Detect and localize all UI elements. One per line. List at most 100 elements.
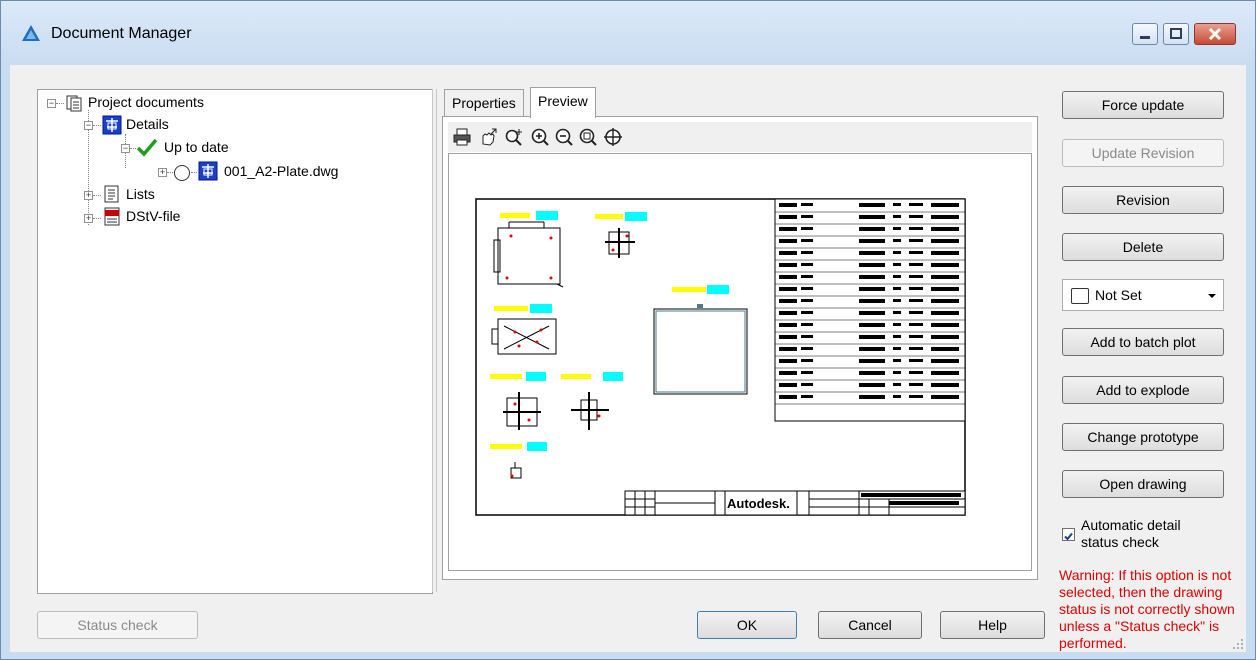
table-row-mark bbox=[859, 383, 885, 387]
table-row-mark bbox=[931, 239, 959, 243]
table-row-mark bbox=[801, 383, 813, 386]
table-row-mark bbox=[931, 371, 959, 375]
zoom-out-icon[interactable] bbox=[554, 127, 574, 147]
table-row-mark bbox=[779, 395, 797, 399]
table-row-mark bbox=[801, 395, 813, 398]
minimize-icon bbox=[1140, 36, 1150, 39]
add-to-explode-button[interactable]: Add to explode bbox=[1062, 376, 1224, 404]
table-row-mark bbox=[909, 227, 923, 230]
ok-button[interactable]: OK bbox=[697, 611, 797, 639]
checkmark-icon bbox=[1064, 532, 1073, 541]
table-row-mark bbox=[931, 215, 959, 219]
preview-panel: Autodesk. bbox=[442, 116, 1038, 580]
zoom-in-icon[interactable] bbox=[530, 127, 550, 147]
table-row-mark bbox=[931, 227, 959, 231]
status-check-button[interactable]: Status check bbox=[37, 611, 198, 639]
zoom-extents-icon[interactable] bbox=[603, 127, 623, 147]
title-bar[interactable]: Document Manager bbox=[1, 1, 1255, 65]
print-icon[interactable] bbox=[452, 127, 472, 147]
tree-item-file[interactable]: 001_A2-Plate.dwg bbox=[222, 161, 340, 181]
table-row-mark bbox=[801, 215, 813, 218]
cancel-button[interactable]: Cancel bbox=[818, 611, 922, 639]
table-row-mark bbox=[779, 383, 797, 387]
table-row-mark bbox=[931, 299, 959, 303]
table-row-mark bbox=[859, 263, 885, 267]
revision-button[interactable]: Revision bbox=[1062, 186, 1224, 214]
zoom-realtime-icon[interactable] bbox=[504, 127, 524, 147]
tab-properties[interactable]: Properties bbox=[444, 89, 524, 116]
autodesk-logo: Autodesk. bbox=[727, 496, 790, 511]
table-row-mark bbox=[779, 251, 797, 255]
force-update-button[interactable]: Force update bbox=[1062, 91, 1224, 119]
table-row-mark bbox=[893, 275, 901, 278]
status-select[interactable]: Not Set bbox=[1062, 279, 1224, 311]
help-button[interactable]: Help bbox=[940, 611, 1045, 639]
table-row-mark bbox=[779, 323, 797, 327]
table-row-mark bbox=[859, 239, 885, 243]
table-row-mark bbox=[801, 275, 813, 278]
table-row-mark bbox=[859, 335, 885, 339]
table-row-mark bbox=[909, 335, 923, 338]
table-row-mark bbox=[859, 347, 885, 351]
table-row-mark bbox=[931, 335, 959, 339]
document-tree[interactable]: − Project documents − Details − Up to da… bbox=[37, 89, 433, 594]
table-row-mark bbox=[779, 299, 797, 303]
table-row-mark bbox=[909, 299, 923, 302]
table-row-mark bbox=[859, 323, 885, 327]
table-row-mark bbox=[931, 347, 959, 351]
maximize-button[interactable] bbox=[1163, 23, 1189, 45]
table-row-mark bbox=[909, 239, 923, 242]
table-row-mark bbox=[801, 263, 813, 266]
table-row-mark bbox=[931, 275, 959, 279]
auto-status-check-checkbox[interactable] bbox=[1062, 528, 1075, 541]
collapse-toggle[interactable]: − bbox=[121, 144, 130, 153]
table-row-mark bbox=[909, 263, 923, 266]
auto-status-check-label: Automatic detail status check bbox=[1081, 517, 1181, 550]
table-row-mark bbox=[893, 335, 901, 338]
change-prototype-button[interactable]: Change prototype bbox=[1062, 423, 1224, 451]
tree-item-lists[interactable]: Lists bbox=[126, 184, 155, 204]
table-row-mark bbox=[893, 215, 901, 218]
table-row-mark bbox=[931, 359, 959, 363]
table-row-mark bbox=[779, 311, 797, 315]
delete-button[interactable]: Delete bbox=[1062, 233, 1224, 261]
minimize-button[interactable] bbox=[1132, 23, 1158, 45]
tree-item-dstv[interactable]: DStV-file bbox=[126, 206, 180, 226]
tree-item-up-to-date[interactable]: Up to date bbox=[164, 137, 229, 157]
table-row-mark bbox=[779, 359, 797, 363]
expand-toggle[interactable]: + bbox=[84, 214, 93, 223]
tree-item-details[interactable]: Details bbox=[126, 114, 169, 134]
table-row-mark bbox=[801, 347, 813, 350]
table-row-mark bbox=[893, 263, 901, 266]
app-logo-icon bbox=[22, 25, 40, 41]
tab-preview[interactable]: Preview bbox=[530, 87, 596, 118]
table-row-mark bbox=[893, 395, 901, 398]
table-row-mark bbox=[909, 359, 923, 362]
open-drawing-button[interactable]: Open drawing bbox=[1062, 470, 1224, 498]
table-row-mark bbox=[893, 299, 901, 302]
expand-toggle[interactable]: + bbox=[84, 191, 93, 200]
expand-toggle[interactable]: + bbox=[158, 168, 167, 177]
tree-item-project-documents[interactable]: Project documents bbox=[88, 92, 204, 112]
update-revision-button[interactable]: Update Revision bbox=[1062, 139, 1224, 167]
table-row-mark bbox=[931, 287, 959, 291]
table-row-mark bbox=[801, 311, 813, 314]
splitter[interactable] bbox=[432, 89, 437, 592]
table-row-mark bbox=[779, 215, 797, 219]
table-row-mark bbox=[859, 371, 885, 375]
collapse-toggle[interactable]: − bbox=[84, 121, 93, 130]
zoom-window-icon[interactable] bbox=[578, 127, 598, 147]
close-button[interactable] bbox=[1194, 23, 1236, 45]
table-row-mark bbox=[893, 287, 901, 290]
add-to-batch-plot-button[interactable]: Add to batch plot bbox=[1062, 328, 1224, 356]
resize-grip-icon[interactable] bbox=[1232, 638, 1244, 650]
table-row-mark bbox=[931, 395, 959, 399]
table-row-mark bbox=[779, 275, 797, 279]
table-row-mark bbox=[909, 383, 923, 386]
table-row-mark bbox=[779, 263, 797, 267]
drawing-preview[interactable]: Autodesk. bbox=[448, 153, 1032, 571]
table-row-mark bbox=[893, 239, 901, 242]
collapse-toggle[interactable]: − bbox=[47, 99, 56, 108]
lists-icon bbox=[104, 185, 119, 203]
pan-icon[interactable] bbox=[478, 127, 498, 147]
